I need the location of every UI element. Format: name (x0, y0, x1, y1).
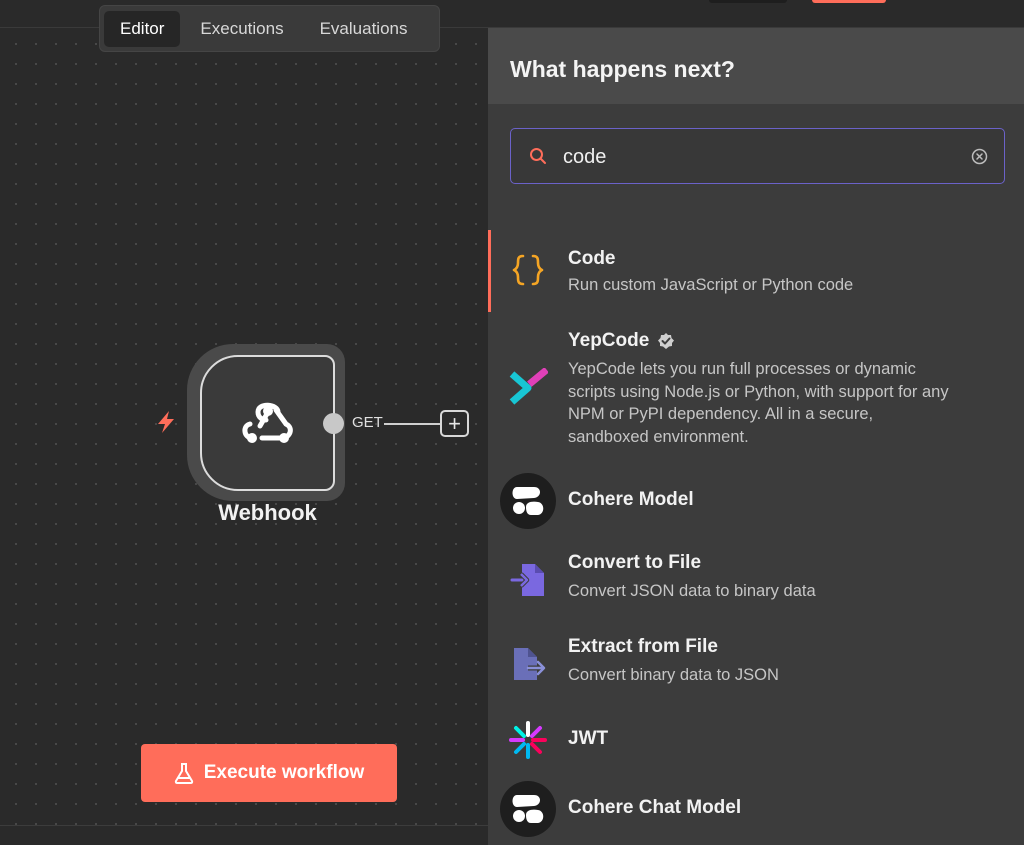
panel-header: What happens next? (488, 28, 1024, 104)
list-item-title: Code (568, 248, 616, 269)
list-item-description: Convert JSON data to binary data (568, 582, 816, 600)
jwt-icon (502, 714, 554, 766)
webhook-icon (242, 402, 293, 443)
list-item-cohere-chat-model[interactable]: Cohere Chat Model (488, 776, 1024, 842)
verified-badge-icon (658, 333, 675, 349)
list-item-cohere-model[interactable]: Cohere Model (488, 468, 1024, 534)
search-box (510, 128, 1005, 184)
canvas-footer (0, 825, 488, 845)
list-item-title: JWT (568, 728, 609, 749)
node-creator-panel: What happens next? Code Run custom JavaS… (488, 28, 1024, 845)
list-item-title: Cohere Chat Model (568, 797, 742, 818)
top-bar-accent-button[interactable] (812, 0, 886, 3)
view-tabs: Editor Executions Evaluations (99, 5, 440, 52)
add-node-button[interactable]: + (440, 410, 469, 437)
tab-editor[interactable]: Editor (104, 10, 181, 47)
list-item-title-text: YepCode (568, 330, 650, 351)
list-item-description: Run custom JavaScript or Python code (568, 276, 854, 294)
list-item-title: YepCode (568, 330, 675, 352)
search-icon (530, 148, 546, 164)
list-item-title: Extract from File (568, 636, 718, 657)
list-item-title: Convert to File (568, 552, 702, 573)
node-label: Webhook (218, 500, 317, 525)
list-item-title: Cohere Model (568, 489, 694, 510)
lightning-icon (158, 411, 174, 433)
convert-to-file-icon (502, 554, 554, 606)
cohere-icon (500, 781, 556, 837)
tab-executions[interactable]: Executions (184, 11, 299, 47)
yepcode-icon (502, 362, 554, 414)
cohere-icon (500, 473, 556, 529)
list-item-jwt[interactable]: JWT (488, 710, 1024, 770)
clear-icon[interactable] (971, 148, 988, 165)
output-label: GET (352, 414, 383, 431)
search-input[interactable] (563, 143, 953, 171)
extract-from-file-icon (502, 638, 554, 690)
top-bar-button[interactable] (709, 0, 787, 3)
list-item-convert-to-file[interactable]: Convert to File Convert JSON data to bin… (488, 542, 1024, 622)
list-item-description: YepCode lets you run full processes or d… (568, 360, 949, 446)
connection-line (384, 423, 440, 425)
list-item-description: Convert binary data to JSON (568, 666, 779, 684)
panel-title: What happens next? (510, 56, 735, 82)
plus-icon: + (448, 410, 461, 436)
tab-evaluations[interactable]: Evaluations (304, 11, 424, 47)
execute-workflow-label: Execute workflow (203, 762, 365, 783)
webhook-node[interactable] (200, 355, 335, 491)
list-item-extract-from-file[interactable]: Extract from File Convert binary data to… (488, 626, 1024, 706)
code-braces-icon (502, 244, 554, 296)
execute-workflow-button[interactable]: Execute workflow (141, 744, 397, 802)
list-item-code[interactable]: Code Run custom JavaScript or Python cod… (488, 230, 1024, 312)
list-item-yepcode[interactable]: YepCode YepCode lets you run full proces… (488, 320, 1024, 460)
flask-icon (174, 763, 193, 784)
output-handle[interactable] (323, 413, 344, 434)
